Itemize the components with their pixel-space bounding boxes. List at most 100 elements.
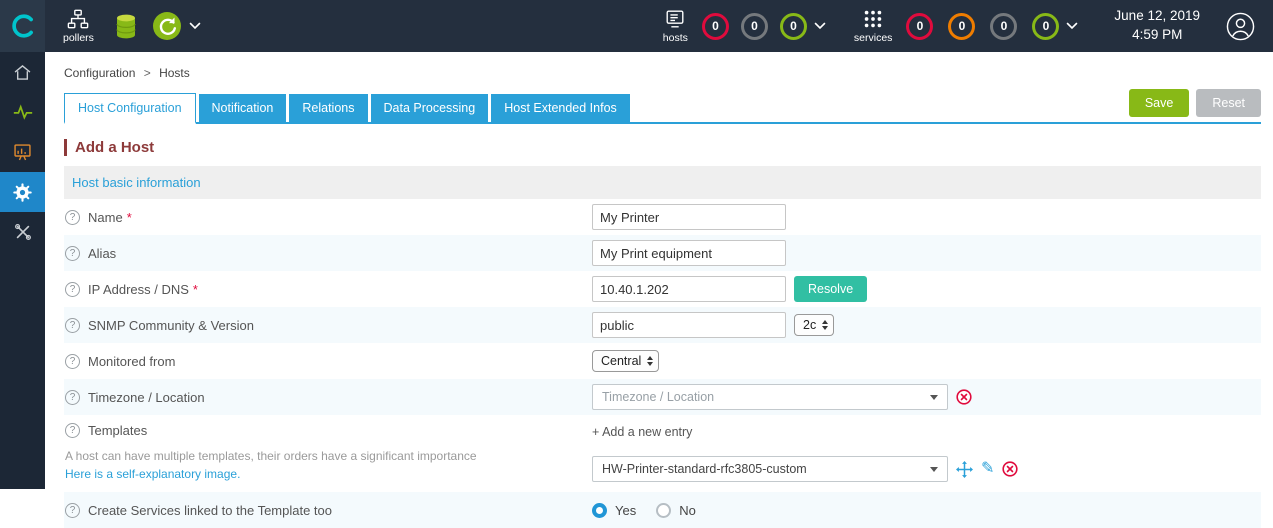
name-label: Name bbox=[88, 209, 123, 225]
tab-host-configuration[interactable]: Host Configuration bbox=[64, 93, 196, 124]
ip-label: IP Address / DNS bbox=[88, 281, 189, 297]
pollers-icon bbox=[68, 9, 89, 29]
help-icon[interactable]: ? bbox=[65, 389, 80, 405]
services-menu[interactable]: services bbox=[853, 8, 893, 44]
timezone-label: Timezone / Location bbox=[88, 389, 205, 405]
alias-input[interactable] bbox=[592, 240, 786, 266]
tab-host-extended-infos[interactable]: Host Extended Infos bbox=[491, 94, 630, 122]
hosts-icon bbox=[666, 10, 684, 28]
form-row-name: ? Name * bbox=[64, 199, 1261, 235]
no-label: No bbox=[679, 502, 696, 518]
templates-help-text: A host can have multiple templates, thei… bbox=[65, 449, 477, 463]
alias-label: Alias bbox=[88, 245, 117, 261]
chevron-down-icon bbox=[930, 394, 938, 400]
ip-input[interactable] bbox=[592, 276, 786, 302]
save-button[interactable]: Save bbox=[1128, 89, 1190, 117]
name-input[interactable] bbox=[592, 204, 786, 230]
timezone-placeholder: Timezone / Location bbox=[602, 390, 715, 404]
hosts-up-badge[interactable]: 0 bbox=[779, 12, 807, 40]
add-template-entry-link[interactable]: + Add a new entry bbox=[592, 423, 692, 439]
sidebar-item-home[interactable] bbox=[0, 52, 45, 92]
main-content: Configuration > Hosts Host Configuration… bbox=[45, 52, 1273, 528]
tab-data-processing[interactable]: Data Processing bbox=[370, 94, 489, 122]
sidebar bbox=[0, 52, 45, 489]
monitored-from-value: Central bbox=[601, 354, 642, 368]
section-header: Host basic information bbox=[64, 166, 1261, 199]
centreon-logo[interactable] bbox=[0, 0, 45, 52]
pollers-label: pollers bbox=[63, 32, 94, 44]
form-row-monitored-from: ? Monitored from Central bbox=[64, 343, 1261, 379]
tab-relations[interactable]: Relations bbox=[289, 94, 368, 122]
host-status-badges: 0 0 0 bbox=[701, 12, 807, 40]
tab-bar: Host Configuration Notification Relation… bbox=[64, 89, 1261, 124]
help-icon[interactable]: ? bbox=[65, 317, 80, 333]
snmp-version-value: 2c bbox=[803, 318, 817, 332]
services-chevron-down-icon[interactable] bbox=[1066, 22, 1078, 30]
sidebar-item-reporting[interactable] bbox=[0, 132, 45, 172]
hosts-label: hosts bbox=[662, 32, 688, 44]
template-edit-icon[interactable]: ✎ bbox=[981, 461, 994, 477]
services-ok-badge[interactable]: 0 bbox=[1032, 12, 1060, 40]
centreon-logo-icon bbox=[11, 14, 33, 38]
tab-notification[interactable]: Notification bbox=[198, 94, 287, 122]
required-marker: * bbox=[192, 281, 198, 297]
timezone-clear-icon[interactable] bbox=[956, 389, 972, 405]
template-move-icon[interactable] bbox=[956, 460, 973, 478]
help-icon[interactable]: ? bbox=[65, 281, 80, 297]
sidebar-item-monitoring[interactable] bbox=[0, 92, 45, 132]
poller-chevron-down-icon[interactable] bbox=[189, 22, 201, 30]
current-date: June 12, 2019 bbox=[1114, 8, 1200, 24]
help-icon[interactable]: ? bbox=[65, 423, 80, 438]
form-row-timezone: ? Timezone / Location Timezone / Locatio… bbox=[64, 379, 1261, 415]
form-row-alias: ? Alias bbox=[64, 235, 1261, 271]
monitored-from-select[interactable]: Central bbox=[592, 350, 660, 372]
sidebar-item-configuration[interactable] bbox=[0, 172, 45, 212]
poller-status-icon[interactable] bbox=[152, 11, 182, 41]
required-marker: * bbox=[126, 209, 132, 225]
breadcrumb-hosts: Hosts bbox=[159, 66, 190, 80]
hosts-unreachable-badge[interactable]: 0 bbox=[740, 12, 768, 40]
help-icon[interactable]: ? bbox=[65, 209, 80, 225]
services-label: services bbox=[853, 32, 893, 44]
timezone-select[interactable]: Timezone / Location bbox=[592, 384, 948, 410]
templates-help-link[interactable]: Here is a self-explanatory image. bbox=[65, 467, 592, 481]
current-time: 4:59 PM bbox=[1132, 27, 1183, 42]
chart-icon bbox=[14, 143, 31, 160]
hosts-menu[interactable]: hosts bbox=[663, 8, 688, 44]
tools-icon bbox=[14, 224, 31, 240]
services-warning-badge[interactable]: 0 bbox=[948, 12, 976, 40]
breadcrumb: Configuration > Hosts bbox=[45, 52, 1273, 80]
create-services-no-radio[interactable] bbox=[656, 502, 672, 518]
template-select[interactable]: HW-Printer-standard-rfc3805-custom bbox=[592, 456, 948, 482]
template-delete-icon[interactable] bbox=[1002, 461, 1019, 477]
help-icon[interactable]: ? bbox=[65, 245, 80, 261]
host-form: ? Name * ? Alias ? IP Address / DNS * bbox=[64, 199, 1261, 528]
snmp-version-select[interactable]: 2c bbox=[794, 314, 835, 336]
breadcrumb-configuration[interactable]: Configuration bbox=[64, 66, 135, 80]
pollers-menu[interactable]: pollers bbox=[63, 8, 94, 44]
hosts-down-badge[interactable]: 0 bbox=[701, 12, 729, 40]
sidebar-item-administration[interactable] bbox=[0, 212, 45, 252]
create-services-yes-radio[interactable] bbox=[592, 502, 607, 518]
select-arrows-icon bbox=[822, 320, 829, 330]
help-icon[interactable]: ? bbox=[65, 353, 80, 369]
services-critical-badge[interactable]: 0 bbox=[906, 12, 934, 40]
hosts-chevron-down-icon[interactable] bbox=[814, 22, 826, 30]
resolve-button[interactable]: Resolve bbox=[794, 276, 868, 302]
create-services-label: Create Services linked to the Template t… bbox=[88, 502, 333, 518]
breadcrumb-separator: > bbox=[143, 66, 151, 80]
reset-button[interactable]: Reset bbox=[1196, 89, 1261, 117]
top-bar: pollers hosts 0 0 0 services 0 0 0 0 Jun… bbox=[0, 0, 1273, 52]
services-unknown-badge[interactable]: 0 bbox=[990, 12, 1018, 40]
snmp-label: SNMP Community & Version bbox=[88, 317, 254, 333]
database-status-icon[interactable] bbox=[114, 13, 138, 40]
gear-icon bbox=[13, 182, 32, 202]
select-arrows-icon bbox=[647, 356, 654, 366]
user-profile-icon[interactable] bbox=[1226, 12, 1255, 41]
clock: June 12, 2019 4:59 PM bbox=[1114, 7, 1200, 45]
form-row-ip: ? IP Address / DNS * Resolve bbox=[64, 271, 1261, 307]
yes-label: Yes bbox=[615, 502, 637, 518]
help-icon[interactable]: ? bbox=[65, 502, 80, 518]
page-title: Add a Host bbox=[64, 139, 1273, 156]
snmp-community-input[interactable] bbox=[592, 312, 786, 338]
